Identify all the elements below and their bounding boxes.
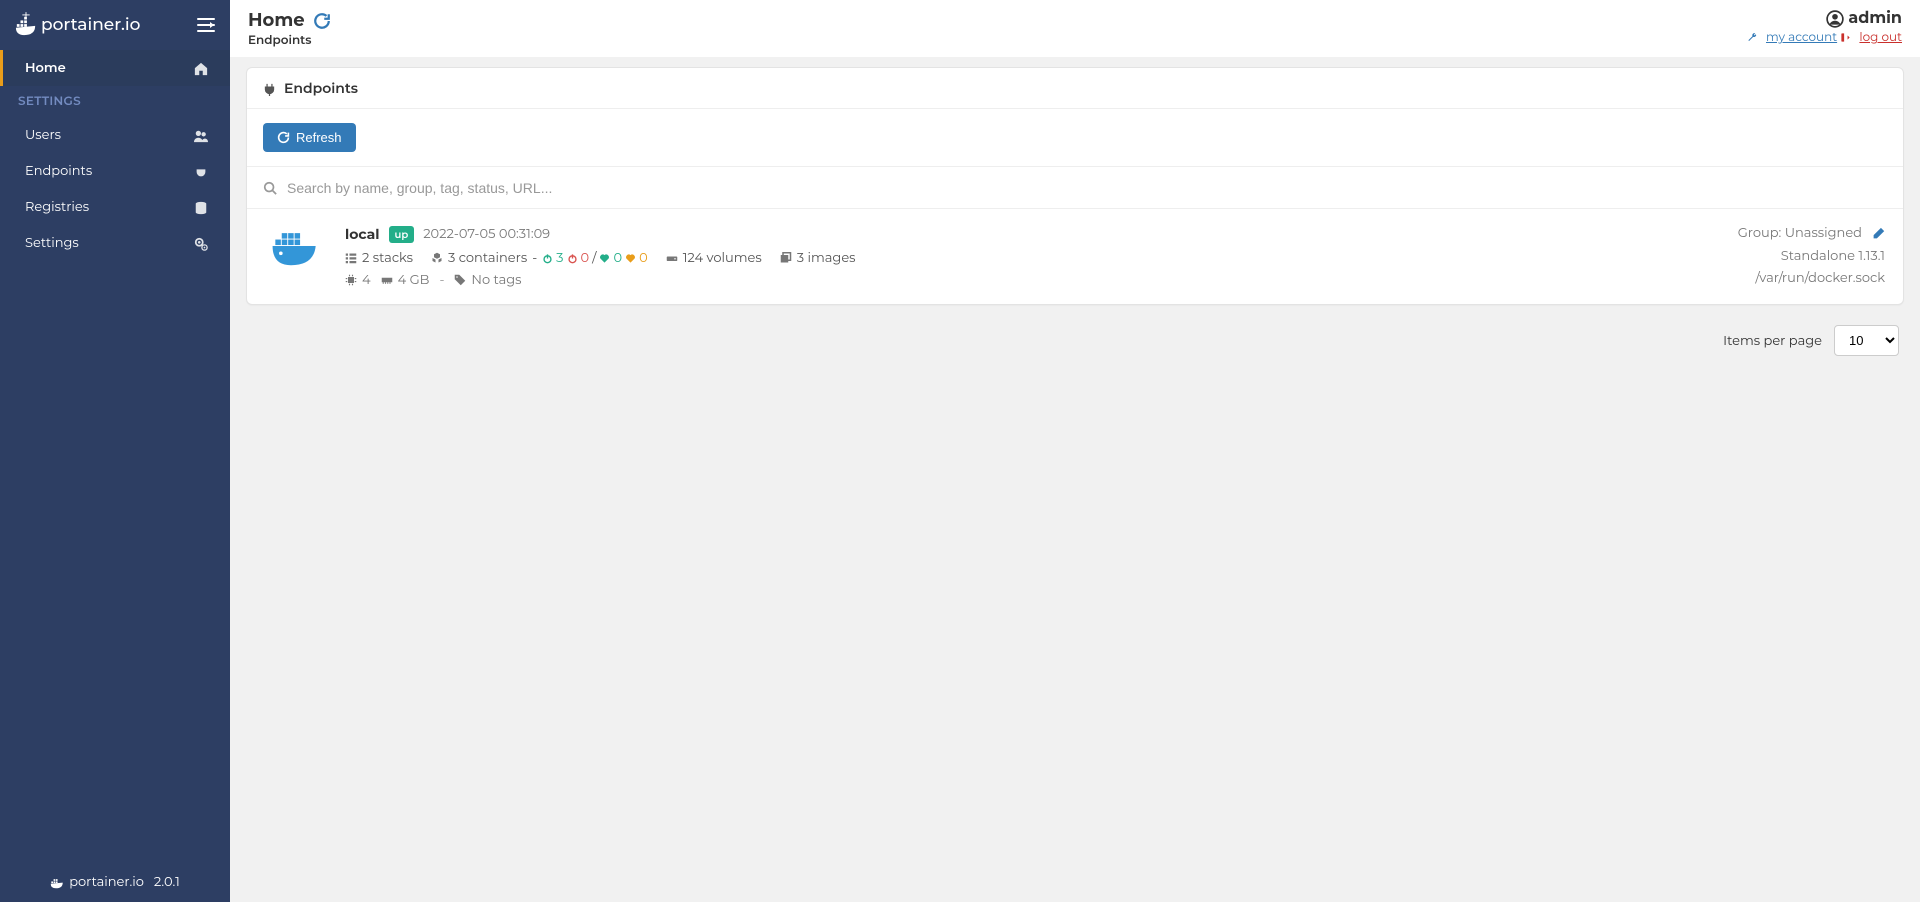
docker-logo-icon [265, 225, 325, 288]
logo-text: portainer.io [41, 15, 140, 35]
sidebar-header: portainer.io [0, 0, 230, 50]
stat-memory: 4 GB [381, 272, 430, 288]
database-icon [194, 199, 208, 215]
refresh-button[interactable]: Refresh [263, 123, 356, 152]
page-header: Home Endpoints admin my account log out [230, 0, 1920, 57]
heartbeat-icon [599, 253, 610, 264]
endpoint-card[interactable]: local up 2022-07-05 00:31:09 2 stacks 3 … [247, 209, 1903, 304]
clone-icon [780, 252, 792, 264]
main-content: Home Endpoints admin my account log out [230, 0, 1920, 902]
endpoint-date: 2022-07-05 00:31:09 [423, 226, 550, 242]
refresh-icon [277, 131, 290, 144]
items-per-page-select[interactable]: 10 [1834, 325, 1899, 356]
footer-brand: portainer.io [69, 874, 144, 890]
page-title: Home [248, 9, 331, 31]
power-icon [542, 253, 553, 264]
sidebar-item-settings[interactable]: Settings [0, 225, 230, 261]
sidebar-toggle-icon[interactable] [197, 16, 215, 35]
endpoint-group: Group: Unassigned [1738, 225, 1862, 241]
endpoint-type: Standalone 1.13.1 [1738, 248, 1885, 264]
nav-label: Settings [25, 235, 79, 251]
tags-icon [454, 274, 466, 286]
portainer-logo-icon [15, 12, 37, 38]
endpoint-name: local [345, 225, 380, 243]
stat-stacks: 2 stacks [345, 250, 413, 266]
sidebar-nav: Home SETTINGS Users Endpoints Registries [0, 50, 230, 862]
sidebar-item-registries[interactable]: Registries [0, 189, 230, 225]
user-icon [1826, 10, 1844, 28]
my-account-link[interactable]: my account [1766, 30, 1837, 45]
edit-icon[interactable] [1872, 225, 1885, 241]
nav-section-settings: SETTINGS [0, 86, 230, 117]
page-refresh-icon[interactable] [313, 9, 331, 31]
status-badge: up [389, 226, 415, 243]
user-links: my account log out [1747, 30, 1902, 45]
logo[interactable]: portainer.io [15, 12, 140, 38]
sidebar-footer: portainer.io 2.0.1 [0, 862, 230, 902]
search-input[interactable] [287, 180, 1887, 196]
sidebar-item-home[interactable]: Home [0, 50, 230, 86]
plug-icon [263, 79, 276, 97]
stat-volumes: 124 volumes [666, 250, 762, 266]
footer-version: 2.0.1 [154, 874, 180, 890]
cogs-icon [194, 235, 208, 251]
nav-label: Registries [25, 199, 89, 215]
wrench-icon [1747, 30, 1761, 45]
memory-icon [381, 274, 393, 286]
stat-images: 3 images [780, 250, 856, 266]
nav-label: Home [25, 60, 66, 76]
cubes-icon [431, 252, 443, 264]
signout-icon [1840, 30, 1854, 45]
endpoints-panel: Endpoints Refresh [246, 67, 1904, 305]
footer-logo[interactable]: portainer.io [50, 874, 144, 890]
username: admin [1848, 9, 1902, 28]
search-bar [247, 166, 1903, 209]
page-subtitle: Endpoints [248, 33, 331, 48]
sidebar-item-endpoints[interactable]: Endpoints [0, 153, 230, 189]
home-icon [194, 60, 208, 76]
nav-label: Endpoints [25, 163, 92, 179]
pagination-label: Items per page [1723, 333, 1822, 349]
sidebar: portainer.io Home SETTINGS Users Endpoin… [0, 0, 230, 902]
stat-cpu: 4 [345, 272, 371, 288]
heartbeat-warning-icon [625, 253, 636, 264]
user-info: admin [1747, 9, 1902, 28]
panel-header: Endpoints [247, 68, 1903, 109]
hdd-icon [666, 252, 678, 264]
logout-link[interactable]: log out [1859, 30, 1902, 45]
sidebar-item-users[interactable]: Users [0, 117, 230, 153]
endpoint-socket: /var/run/docker.sock [1738, 270, 1885, 286]
nav-label: Users [25, 127, 61, 143]
power-off-icon [567, 253, 578, 264]
microchip-icon [345, 274, 357, 286]
search-icon [263, 178, 277, 197]
stat-containers: 3 containers - 3 0 / 0 [431, 250, 648, 266]
plug-icon [194, 163, 208, 179]
pagination: Items per page 10 [246, 315, 1904, 366]
users-icon [194, 127, 208, 143]
stat-tags: No tags [454, 272, 521, 288]
list-icon [345, 252, 357, 264]
